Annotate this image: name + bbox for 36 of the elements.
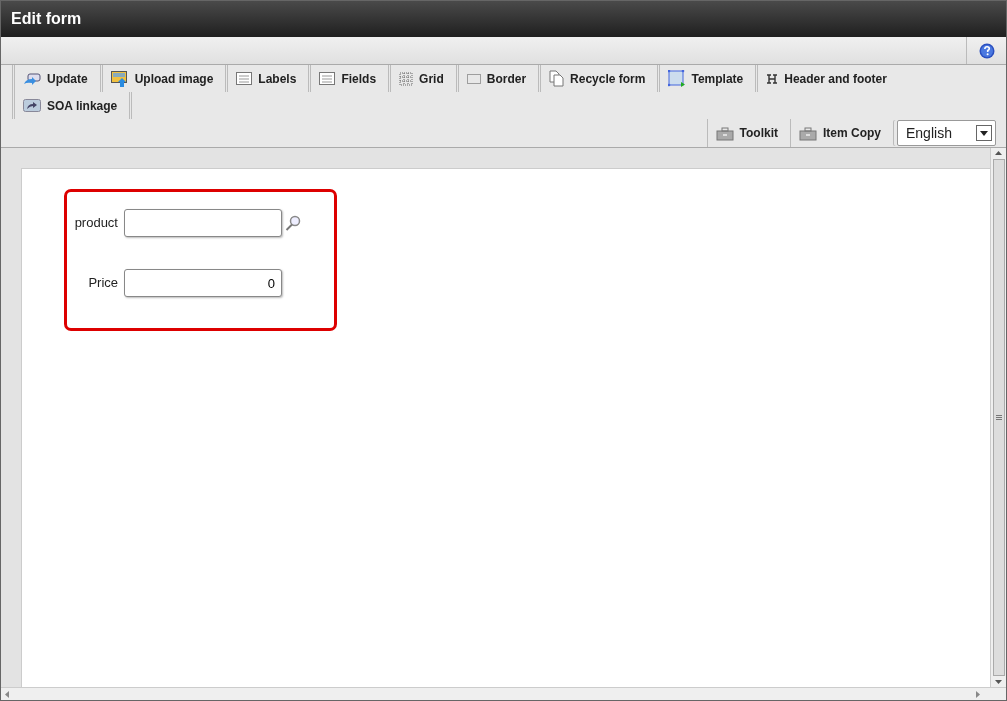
scroll-right-icon[interactable] <box>976 690 980 698</box>
toolbox-icon <box>715 125 734 141</box>
list-icon <box>319 71 336 86</box>
grid-icon <box>399 71 414 86</box>
pages-icon <box>549 70 565 87</box>
header-icon <box>766 72 779 85</box>
input-field[interactable] <box>124 209 282 237</box>
toolbar-button[interactable]: Labels <box>225 65 309 92</box>
scroll-thumb[interactable] <box>992 159 1005 676</box>
scroll-left-icon[interactable] <box>5 690 9 698</box>
toolbar-button[interactable]: Grid <box>388 65 456 92</box>
caret-icon <box>976 125 992 141</box>
help-icon <box>978 42 995 59</box>
toolbar-button[interactable]: Template <box>657 65 756 92</box>
toolbox-icon <box>799 125 817 141</box>
field-label: product <box>73 214 119 233</box>
toolbar-button[interactable]: Header and footer <box>755 65 899 92</box>
toolbar-button[interactable]: Update <box>12 65 100 92</box>
toolbar-button[interactable]: Upload image <box>99 65 226 92</box>
field-label: Price <box>87 274 119 293</box>
toolbar-button[interactable]: Fields <box>308 65 389 92</box>
scroll-down-icon[interactable] <box>995 680 1002 684</box>
search-icon[interactable] <box>285 215 301 231</box>
input-field[interactable]: 0 <box>124 269 282 297</box>
reply-arrow-icon <box>23 71 41 86</box>
toolbar-button[interactable]: Recycle form <box>538 65 658 92</box>
window-title: Edit form <box>1 1 1006 37</box>
template-icon <box>668 70 686 87</box>
toolbar-button[interactable]: Item Copy <box>790 119 893 147</box>
dotted-border-icon <box>466 73 481 84</box>
toolbar-button[interactable]: Border <box>455 65 539 92</box>
list-icon <box>236 71 253 86</box>
toolbar-button[interactable]: Toolkit <box>706 119 790 147</box>
scroll-up-icon[interactable] <box>995 151 1002 155</box>
toolbar-button[interactable]: SOA linkage <box>12 92 133 119</box>
image-upload-icon <box>110 70 129 87</box>
